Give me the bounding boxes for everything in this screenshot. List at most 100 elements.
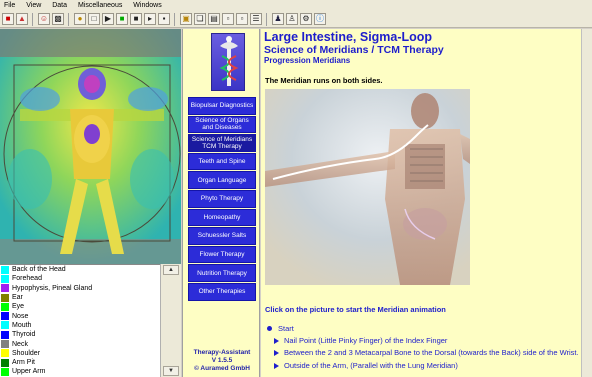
print-icon[interactable]: ▩ xyxy=(52,13,64,25)
chart-icon[interactable]: ▲ xyxy=(16,13,28,25)
square-small-icon[interactable]: ▪ xyxy=(158,13,170,25)
paste-icon[interactable]: ▤ xyxy=(208,13,220,25)
region-list-item[interactable]: Hypophysis, Pineal Gland xyxy=(0,284,160,293)
page-subtitle: Science of Meridians / TCM Therapy xyxy=(264,44,444,56)
meridian-point-text: Between the 2 and 3 Metacarpal Bone to t… xyxy=(284,348,579,357)
stop-square-icon[interactable]: ■ xyxy=(130,13,142,25)
record-icon[interactable]: ● xyxy=(74,13,86,25)
app-copyright: © Auramed GmbH xyxy=(194,365,250,372)
region-list-item[interactable]: Arm Pit xyxy=(0,358,160,367)
meridian-point: Between the 2 and 3 Metacarpal Bone to t… xyxy=(274,348,579,357)
menu-bar: File View Data Miscellaneous Windows xyxy=(0,0,592,11)
color-swatch xyxy=(1,312,9,321)
meridian-point: Start xyxy=(267,324,294,333)
color-swatch xyxy=(1,284,9,293)
nav-button[interactable]: Other Therapies xyxy=(188,282,256,301)
folder-icon[interactable]: ▣ xyxy=(180,13,192,25)
region-list-item[interactable]: Ear xyxy=(0,293,160,302)
region-label: Eye xyxy=(12,303,25,311)
meridian-animation-image[interactable] xyxy=(265,89,470,285)
list-icon[interactable]: ☰ xyxy=(250,13,262,25)
region-label: Neck xyxy=(12,340,28,348)
play-arrow-icon[interactable]: ▸ xyxy=(144,13,156,25)
nav-button[interactable]: Flower Therapy xyxy=(188,245,256,264)
intro-text: The Meridian runs on both sides. xyxy=(265,76,383,85)
scroll-up-icon[interactable]: ▲ xyxy=(163,265,179,275)
color-swatch xyxy=(1,367,9,376)
square-icon[interactable]: □ xyxy=(88,13,100,25)
person-icon[interactable]: ☺ xyxy=(38,13,50,25)
green-square-icon[interactable]: ■ xyxy=(116,13,128,25)
toolbar: ■ ▲ ☺ ▩ ● □ ▶ ■ ■ ▸ ▪ ▣ ❏ ▤ ▫ ▫ ☰ ♟ ♙ ⚙ … xyxy=(0,11,592,28)
caduceus-icon xyxy=(211,33,245,91)
nav-button[interactable]: Science of Meridians TCM Therapy xyxy=(188,134,256,152)
region-list-scrollbar[interactable]: ▲ ▼ xyxy=(160,264,181,377)
region-list-item[interactable]: Neck xyxy=(0,339,160,349)
color-swatch xyxy=(1,265,9,274)
color-swatch xyxy=(1,274,9,283)
version-info: Therapy-Assistant V 1.5.5 © Auramed GmbH xyxy=(183,349,261,373)
copy-icon[interactable]: ❏ xyxy=(194,13,206,25)
section-title: Progression Meridians xyxy=(264,56,351,65)
region-list[interactable]: Back of the Head Forehead Hypophysis, Pine… xyxy=(0,264,160,377)
region-list-item[interactable]: Upper Arm xyxy=(0,367,160,376)
person2-icon[interactable]: ♟ xyxy=(272,13,284,25)
region-list-item[interactable]: Shoulder xyxy=(0,349,160,358)
android-icon[interactable]: ♙ xyxy=(286,13,298,25)
region-label: Back of the Head xyxy=(12,266,66,274)
menu-windows[interactable]: Windows xyxy=(129,0,166,11)
nav-button[interactable]: Teeth and Spine xyxy=(188,152,256,171)
settings-icon[interactable]: ⚙ xyxy=(300,13,312,25)
document-icon[interactable]: ▫ xyxy=(222,13,234,25)
menu-data[interactable]: Data xyxy=(48,0,72,11)
stop-icon[interactable]: ■ xyxy=(2,13,14,25)
region-list-item[interactable]: Eye xyxy=(0,302,160,311)
nav-button[interactable]: Organ Language xyxy=(188,171,256,189)
nav-button[interactable]: Phyto Therapy xyxy=(188,189,256,208)
region-list-item[interactable]: Mouth xyxy=(0,321,160,330)
meridian-point-text: Nail Point (Little Pinky Finger) of the … xyxy=(284,336,448,345)
nav-button[interactable]: Biopulsar Diagnostics xyxy=(188,97,256,115)
document2-icon[interactable]: ▫ xyxy=(236,13,248,25)
color-swatch xyxy=(1,340,9,349)
content-scrollbar[interactable] xyxy=(581,29,592,377)
region-list-item[interactable]: Back of the Head xyxy=(0,265,160,274)
menu-file[interactable]: File xyxy=(0,0,20,11)
region-label: Shoulder xyxy=(12,349,41,357)
region-list-item[interactable]: Thyroid xyxy=(0,330,160,339)
body-map-image[interactable] xyxy=(0,29,181,264)
bullet-dot-icon xyxy=(267,326,272,331)
region-label: Ear xyxy=(12,294,23,302)
app-version: V 1.5.5 xyxy=(211,357,233,364)
play-icon[interactable]: ▶ xyxy=(102,13,114,25)
menu-miscellaneous[interactable]: Miscellaneous xyxy=(74,0,127,11)
nav-button[interactable]: Homeopathy xyxy=(188,208,256,227)
scroll-down-icon[interactable]: ▼ xyxy=(163,366,179,376)
animation-hint: Click on the picture to start the Meridi… xyxy=(265,305,446,314)
toolbar-separator xyxy=(174,12,176,26)
color-swatch xyxy=(1,349,9,358)
nav-button[interactable]: Science of Organs and Diseases xyxy=(188,115,256,134)
nav-button[interactable]: Nutrition Therapy xyxy=(188,264,256,282)
color-swatch xyxy=(1,321,9,330)
content-pane: Large Intestine, Sigma-Loop Science of M… xyxy=(261,29,592,377)
nav-buttons: Biopulsar Diagnostics Science of Organs a… xyxy=(188,97,256,302)
menu-view[interactable]: View xyxy=(22,0,46,11)
color-swatch xyxy=(1,293,9,302)
bullet-arrow-icon xyxy=(274,349,279,356)
region-list-item[interactable]: Forehead xyxy=(0,274,160,283)
region-label: Forehead xyxy=(12,275,42,283)
nav-button[interactable]: Schuessler Salts xyxy=(188,227,256,245)
region-list-item[interactable]: Nose xyxy=(0,311,160,321)
region-label: Arm Pit xyxy=(12,359,35,367)
info-icon[interactable]: ⓘ xyxy=(314,13,326,25)
vitruvian-figure xyxy=(0,29,181,264)
meridian-point: Outside of the Arm, (Parallel with the L… xyxy=(274,361,458,370)
region-label: Upper Arm xyxy=(12,368,46,376)
page-title: Large Intestine, Sigma-Loop xyxy=(264,30,433,44)
color-swatch xyxy=(1,330,9,339)
meridian-point-text: Start xyxy=(278,324,294,333)
color-swatch xyxy=(1,302,9,311)
toolbar-separator xyxy=(68,12,70,26)
color-swatch xyxy=(1,358,9,367)
